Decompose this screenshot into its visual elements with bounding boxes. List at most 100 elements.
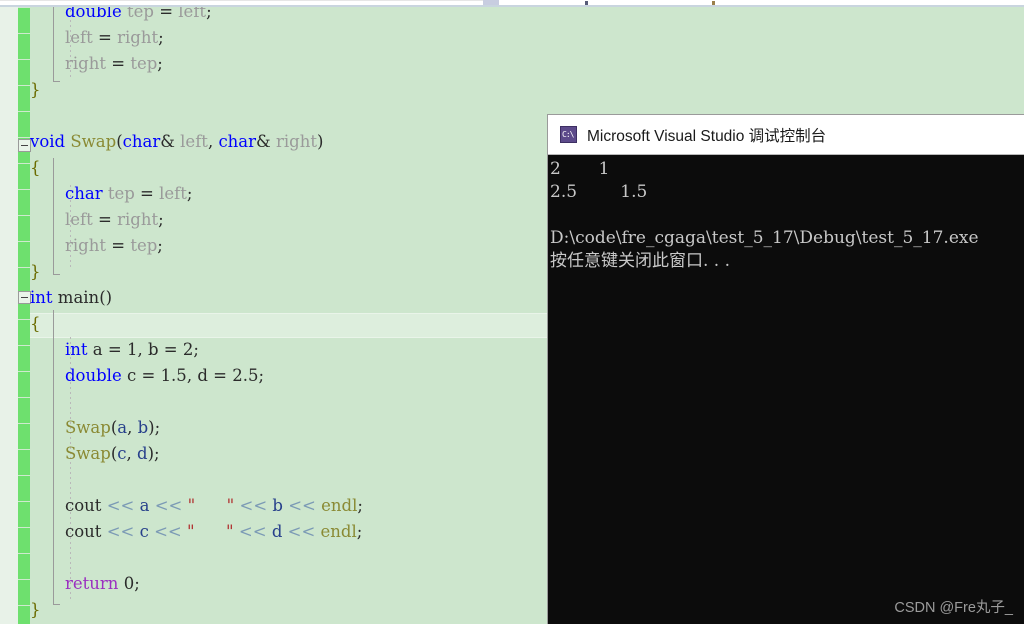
change-bar-tick: [18, 189, 30, 190]
code-token: return: [65, 574, 119, 593]
code-token: <<: [239, 496, 268, 515]
code-token: left: [65, 210, 93, 229]
code-line: }: [30, 259, 41, 285]
fold-guide-foot-2: [53, 274, 60, 275]
code-line: }: [30, 597, 41, 623]
screenshot-root: double tep = left; left = right; right = t…: [0, 0, 1024, 624]
change-bar-tick: [18, 449, 30, 450]
code-token: =: [105, 236, 131, 255]
change-bar-tick: [18, 33, 30, 34]
code-token: <<: [154, 522, 182, 541]
change-bar-tick: [18, 319, 30, 320]
code-line: Swap(a, b);: [65, 415, 160, 441]
code-line: }: [30, 77, 41, 103]
change-bar-tick: [18, 501, 30, 502]
code-token: 1.5: [160, 366, 187, 385]
code-token: }: [30, 600, 41, 619]
code-token: int: [65, 340, 88, 359]
code-token: <<: [154, 496, 183, 515]
code-token: );: [147, 444, 160, 463]
change-bar-tick: [18, 371, 30, 372]
code-token: d: [197, 366, 208, 385]
code-token: cout: [65, 496, 102, 515]
console-output-area[interactable]: 2 1 2.5 1.5 D:\code\fre_cgaga\test_5_17\…: [548, 155, 1024, 624]
code-token: =: [134, 184, 160, 203]
code-line: right = tep;: [65, 233, 163, 259]
code-token: {: [30, 314, 41, 333]
change-bar-tick: [18, 527, 30, 528]
code-token: cout: [65, 522, 102, 541]
code-token: 2.5: [232, 366, 259, 385]
code-token: c: [117, 444, 127, 463]
code-token: double: [65, 366, 122, 385]
code-token: {: [30, 158, 41, 177]
code-token: tep: [130, 54, 158, 73]
code-token: 1: [126, 340, 138, 359]
change-bar-tick: [18, 423, 30, 424]
code-token: ;: [157, 54, 163, 73]
code-token: ;: [356, 522, 363, 541]
code-line: cout << c << " " << d << endl;: [65, 519, 362, 545]
code-token: b: [137, 418, 149, 437]
editor-gutter: [0, 7, 18, 624]
code-token: endl: [320, 522, 357, 541]
csdn-watermark: CSDN @Fre丸子_: [894, 600, 1013, 616]
code-token: char: [122, 132, 161, 151]
change-bar-tick: [18, 579, 30, 580]
code-token: tep: [130, 236, 158, 255]
code-token: c: [139, 522, 149, 541]
change-bar-tick: [18, 163, 30, 164]
code-token: ;: [158, 28, 164, 47]
code-token: <<: [288, 496, 316, 515]
change-bar-tick: [18, 215, 30, 216]
ide-chrome-sliver: [0, 0, 1024, 7]
code-token: main: [57, 288, 100, 307]
code-line: void Swap(char& left, char& right): [30, 129, 323, 155]
change-bar-tick: [18, 111, 30, 112]
code-token: =: [207, 366, 233, 385]
code-line: double c = 1.5, d = 2.5;: [65, 363, 264, 389]
change-bar-tick: [18, 241, 30, 242]
code-token: =: [102, 340, 127, 359]
code-token: =: [158, 340, 183, 359]
code-token: ;: [186, 184, 193, 203]
code-token: char: [218, 132, 257, 151]
code-token: &: [160, 132, 175, 151]
code-line: cout << a << " " << b << endl;: [65, 493, 363, 519]
code-token: b: [272, 496, 283, 515]
current-line-highlight: [30, 313, 547, 338]
console-title-bar[interactable]: Microsoft Visual Studio 调试控制台: [548, 115, 1024, 155]
code-token: =: [136, 366, 161, 385]
code-token: <<: [106, 522, 135, 541]
code-token: left: [159, 184, 187, 203]
code-token: <<: [238, 522, 267, 541]
code-token: }: [30, 80, 41, 99]
change-bar-tick: [18, 7, 30, 8]
code-line: {: [30, 311, 41, 337]
code-token: right: [117, 28, 159, 47]
code-token: right: [117, 210, 159, 229]
code-token: right: [275, 132, 317, 151]
code-token: " ": [187, 496, 235, 515]
code-token: Swap: [65, 418, 111, 437]
code-token: tep: [126, 7, 154, 21]
code-token: tep: [107, 184, 135, 203]
code-token: right: [65, 54, 106, 73]
console-window[interactable]: Microsoft Visual Studio 调试控制台 2 1 2.5 1.…: [547, 114, 1024, 624]
code-line: Swap(c, d);: [65, 441, 160, 467]
code-token: ,: [127, 418, 138, 437]
editor-change-bar: [18, 7, 30, 624]
change-bar-tick: [18, 59, 30, 60]
code-token: ): [316, 132, 324, 151]
code-token: char: [65, 184, 103, 203]
code-token: left: [178, 7, 207, 21]
code-token: ;: [206, 7, 212, 21]
console-window-icon: [560, 126, 577, 143]
code-line: {: [30, 155, 41, 181]
code-token: =: [92, 210, 118, 229]
change-bar-tick: [18, 475, 30, 476]
code-token: d: [271, 522, 283, 541]
code-token: ;: [193, 340, 199, 359]
fold-guide-line-2: [53, 158, 54, 274]
code-token: Swap: [65, 444, 111, 463]
